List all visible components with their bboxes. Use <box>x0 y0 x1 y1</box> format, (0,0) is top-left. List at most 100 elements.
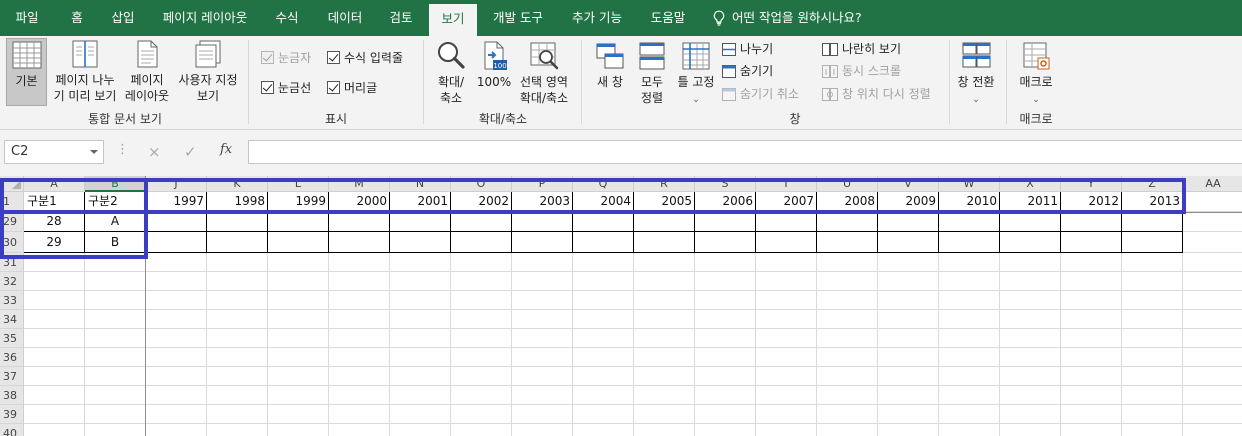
sheet-cell[interactable] <box>573 329 634 348</box>
sheet-cell[interactable] <box>24 272 85 291</box>
sheet-cell[interactable] <box>939 405 1000 424</box>
column-header[interactable]: L <box>268 176 329 192</box>
view-side-by-side-button[interactable]: 나란히 보기 <box>822 40 901 58</box>
sheet-cell[interactable] <box>1122 329 1183 348</box>
sheet-cell[interactable] <box>878 424 939 436</box>
sheet-cell[interactable] <box>1183 291 1242 310</box>
sheet-cell[interactable] <box>573 310 634 329</box>
tab-home[interactable]: 홈 <box>58 0 96 36</box>
insert-function-button[interactable]: fx <box>220 142 232 157</box>
sheet-cell[interactable]: 2001 <box>390 192 451 212</box>
zoom-to-selection-button[interactable]: 선택 영역 확대/축소 <box>514 40 574 108</box>
sheet-cell[interactable] <box>146 291 207 310</box>
sheet-cell[interactable] <box>939 232 1000 253</box>
new-window-button[interactable]: 새 창 <box>592 40 628 108</box>
sheet-cell[interactable] <box>268 291 329 310</box>
column-header[interactable]: T <box>756 176 817 192</box>
sheet-cell[interactable] <box>329 253 390 272</box>
column-header[interactable]: R <box>634 176 695 192</box>
sheet-cell[interactable] <box>1122 212 1183 232</box>
name-box[interactable]: C2 <box>4 140 104 164</box>
sheet-cell[interactable] <box>573 367 634 386</box>
sheet-cell[interactable] <box>1122 253 1183 272</box>
sheet-cell[interactable] <box>573 272 634 291</box>
sheet-cell[interactable] <box>146 405 207 424</box>
tab-insert[interactable]: 삽입 <box>101 0 145 36</box>
column-header[interactable]: V <box>878 176 939 192</box>
sheet-cell[interactable] <box>1061 291 1122 310</box>
sheet-cell[interactable] <box>1183 367 1242 386</box>
sheet-cell[interactable] <box>1000 329 1061 348</box>
sheet-cell[interactable]: 2013 <box>1122 192 1183 212</box>
sheet-cell[interactable] <box>85 310 146 329</box>
sheet-cell[interactable] <box>207 348 268 367</box>
column-header[interactable]: S <box>695 176 756 192</box>
sheet-cell[interactable] <box>329 212 390 232</box>
sheet-cell[interactable] <box>512 329 573 348</box>
sheet-cell[interactable] <box>634 405 695 424</box>
sheet-cell[interactable]: B <box>85 232 146 253</box>
sheet-cell[interactable] <box>634 253 695 272</box>
column-header[interactable]: U <box>817 176 878 192</box>
sheet-cell[interactable] <box>756 348 817 367</box>
sheet-cell[interactable] <box>695 310 756 329</box>
sheet-cell[interactable] <box>1000 291 1061 310</box>
sheet-cell[interactable] <box>451 310 512 329</box>
sheet-cell[interactable] <box>878 329 939 348</box>
sheet-cell[interactable] <box>634 291 695 310</box>
sheet-cell[interactable]: 구분1 <box>24 192 85 212</box>
sheet-cell[interactable] <box>390 232 451 253</box>
sheet-cell[interactable] <box>878 272 939 291</box>
sheet-cell[interactable] <box>1061 212 1122 232</box>
sheet-cell[interactable] <box>634 272 695 291</box>
column-header[interactable]: J <box>146 176 207 192</box>
column-header[interactable]: Y <box>1061 176 1122 192</box>
sheet-cell[interactable] <box>85 367 146 386</box>
sheet-cell[interactable] <box>756 232 817 253</box>
sheet-cell[interactable]: 2005 <box>634 192 695 212</box>
sheet-cell[interactable] <box>24 329 85 348</box>
sheet-cell[interactable] <box>1061 329 1122 348</box>
sheet-cell[interactable] <box>268 329 329 348</box>
sheet-cell[interactable] <box>390 367 451 386</box>
sheet-cell[interactable] <box>878 212 939 232</box>
row-header[interactable]: 34 <box>0 310 24 329</box>
sheet-cell[interactable] <box>817 291 878 310</box>
sheet-cell[interactable] <box>573 291 634 310</box>
sheet-cell[interactable] <box>756 367 817 386</box>
headings-checkbox[interactable]: 머리글 <box>327 80 377 96</box>
sheet-cell[interactable] <box>1061 272 1122 291</box>
sheet-cell[interactable] <box>390 348 451 367</box>
sheet-cell[interactable] <box>573 232 634 253</box>
sheet-cell[interactable] <box>268 424 329 436</box>
sheet-cell[interactable] <box>756 291 817 310</box>
sheet-cell[interactable] <box>878 291 939 310</box>
sheet-cell[interactable] <box>695 367 756 386</box>
sheet-cell[interactable] <box>1000 386 1061 405</box>
sheet-cell[interactable]: 2002 <box>451 192 512 212</box>
sheet-cell[interactable] <box>329 291 390 310</box>
sheet-cell[interactable] <box>1183 232 1242 253</box>
sheet-cell[interactable] <box>695 348 756 367</box>
sheet-cell[interactable]: 2007 <box>756 192 817 212</box>
sheet-cell[interactable] <box>268 405 329 424</box>
sheet-cell[interactable] <box>207 253 268 272</box>
sheet-cell[interactable] <box>207 272 268 291</box>
sheet-cell[interactable] <box>146 424 207 436</box>
row-header[interactable]: 29 <box>0 212 24 232</box>
sheet-cell[interactable] <box>1183 272 1242 291</box>
sheet-cell[interactable]: 1998 <box>207 192 268 212</box>
sheet-cell[interactable] <box>878 386 939 405</box>
sheet-cell[interactable] <box>207 232 268 253</box>
sheet-cell[interactable] <box>207 212 268 232</box>
sheet-cell[interactable] <box>1122 272 1183 291</box>
sheet-cell[interactable] <box>1061 367 1122 386</box>
tab-addins[interactable]: 추가 기능 <box>561 0 633 36</box>
sheet-cell[interactable] <box>634 232 695 253</box>
sheet-cell[interactable]: 2000 <box>329 192 390 212</box>
row-header[interactable]: 35 <box>0 329 24 348</box>
sheet-cell[interactable] <box>817 310 878 329</box>
sheet-cell[interactable] <box>268 272 329 291</box>
tab-data[interactable]: 데이터 <box>316 0 374 36</box>
sheet-cell[interactable] <box>695 291 756 310</box>
